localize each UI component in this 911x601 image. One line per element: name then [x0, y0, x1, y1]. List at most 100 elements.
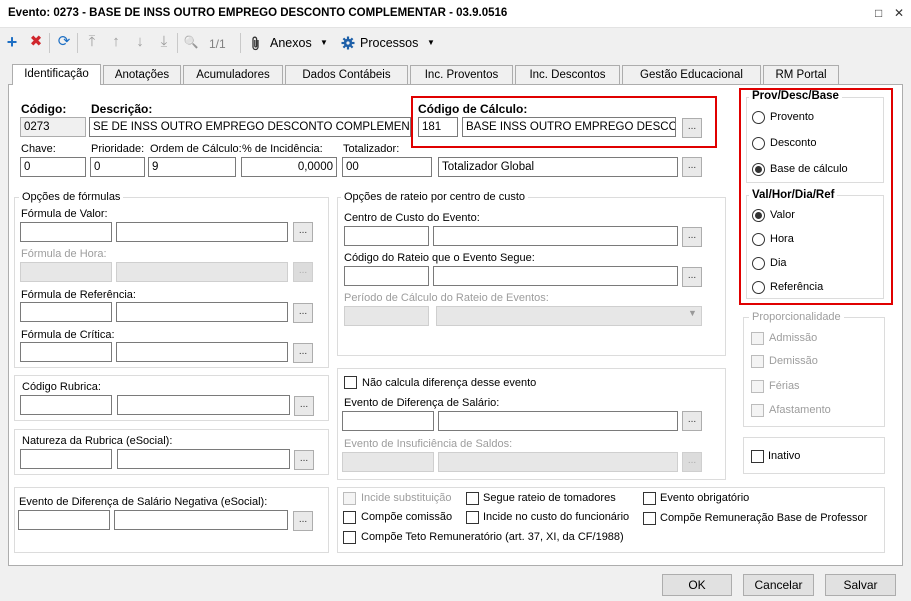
- tab-rm-portal[interactable]: RM Portal: [763, 65, 839, 85]
- afastamento-label: Afastamento: [769, 404, 831, 416]
- formula-referencia-field[interactable]: [20, 302, 112, 322]
- codigo-rateio-description[interactable]: [433, 266, 678, 286]
- ordem-calculo-field[interactable]: 9: [148, 157, 236, 177]
- centro-custo-field[interactable]: [344, 226, 429, 246]
- totalizador-lookup-button[interactable]: ...: [682, 157, 702, 177]
- codigo-rubrica-label: Código Rubrica:: [22, 381, 101, 393]
- tab-inc-proventos[interactable]: Inc. Proventos: [410, 65, 513, 85]
- formula-referencia-lookup-button[interactable]: ...: [293, 303, 313, 323]
- processos-label: Processos: [360, 36, 419, 50]
- formula-referencia-description[interactable]: [116, 302, 288, 322]
- formula-valor-lookup-button[interactable]: ...: [293, 222, 313, 242]
- evento-diferenca-field[interactable]: [342, 411, 434, 431]
- formula-critica-description[interactable]: [116, 342, 288, 362]
- add-icon[interactable]: +: [3, 33, 21, 51]
- codigo-rateio-lookup-button[interactable]: ...: [682, 267, 702, 287]
- chave-field[interactable]: 0: [20, 157, 86, 177]
- first-record-icon[interactable]: ⤒: [83, 33, 101, 51]
- natureza-rubrica-lookup-button[interactable]: ...: [294, 450, 314, 470]
- desconto-radio[interactable]: [752, 137, 765, 150]
- chave-label: Chave:: [21, 143, 56, 155]
- tab-gestao-educacional[interactable]: Gestão Educacional: [622, 65, 761, 85]
- codigo-calculo-lookup-button[interactable]: ...: [682, 118, 702, 138]
- codigo-rateio-field[interactable]: [344, 266, 429, 286]
- admissao-checkbox: [751, 332, 764, 345]
- next-record-icon[interactable]: ↓: [131, 33, 149, 51]
- codigo-rubrica-field[interactable]: [20, 395, 112, 415]
- inativo-checkbox[interactable]: [751, 450, 764, 463]
- descricao-field[interactable]: SE DE INSS OUTRO EMPREGO DESCONTO COMPLE…: [89, 117, 411, 137]
- processos-button[interactable]: Processos ▼: [341, 34, 439, 52]
- compoe-teto-label: Compõe Teto Remuneratório (art. 37, XI, …: [361, 531, 624, 543]
- previous-record-icon[interactable]: ↑: [107, 33, 125, 51]
- evento-obrigatorio-checkbox[interactable]: [643, 492, 656, 505]
- centro-custo-lookup-button[interactable]: ...: [682, 227, 702, 247]
- totalizador-field[interactable]: 00: [342, 157, 432, 177]
- evento-negativa-label: Evento de Diferença de Salário Negativa …: [19, 496, 268, 508]
- evento-negativa-lookup-button[interactable]: ...: [293, 511, 313, 531]
- evento-negativa-description[interactable]: [114, 510, 288, 530]
- centro-custo-description[interactable]: [433, 226, 678, 246]
- evento-diferenca-description[interactable]: [438, 411, 678, 431]
- delete-icon[interactable]: ✖: [27, 33, 45, 51]
- natureza-rubrica-field[interactable]: [20, 449, 112, 469]
- formula-critica-field[interactable]: [20, 342, 112, 362]
- last-record-icon[interactable]: ⤓: [155, 33, 173, 51]
- formula-valor-field[interactable]: [20, 222, 112, 242]
- restore-icon[interactable]: □: [875, 6, 882, 20]
- periodo-rateio-field: [344, 306, 429, 326]
- segue-rateio-checkbox[interactable]: [466, 492, 479, 505]
- codigo-rubrica-description[interactable]: [117, 395, 290, 415]
- tab-acumuladores[interactable]: Acumuladores: [183, 65, 283, 85]
- tab-identificacao[interactable]: Identificação: [12, 64, 101, 85]
- prioridade-label: Prioridade:: [91, 143, 145, 155]
- totalizador-label: Totalizador:: [343, 143, 400, 155]
- anexos-button[interactable]: Anexos ▼: [250, 34, 334, 52]
- codigo-rubrica-lookup-button[interactable]: ...: [294, 396, 314, 416]
- formula-valor-description[interactable]: [116, 222, 288, 242]
- cancelar-button[interactable]: Cancelar: [743, 574, 814, 596]
- evento-negativa-field[interactable]: [18, 510, 110, 530]
- evento-diferenca-lookup-button[interactable]: ...: [682, 411, 702, 431]
- dia-radio[interactable]: [752, 257, 765, 270]
- compoe-remuneracao-checkbox[interactable]: [643, 512, 656, 525]
- prov-desc-group-title: Prov/Desc/Base: [749, 90, 842, 102]
- codigo-field[interactable]: 0273: [20, 117, 86, 137]
- incidencia-field[interactable]: 0,0000: [241, 157, 337, 177]
- incide-custo-checkbox[interactable]: [466, 511, 479, 524]
- codigo-calculo-field[interactable]: 181: [418, 117, 458, 137]
- incide-custo-label: Incide no custo do funcionário: [483, 511, 630, 523]
- compoe-teto-checkbox[interactable]: [343, 531, 356, 544]
- codigo-label: Código:: [21, 102, 67, 116]
- natureza-rubrica-description[interactable]: [117, 449, 290, 469]
- evento-insuficiencia-lookup-button: ...: [682, 452, 702, 472]
- descricao-label: Descrição:: [91, 102, 153, 116]
- refresh-icon[interactable]: ⟳: [55, 33, 73, 51]
- referencia-radio[interactable]: [752, 281, 765, 294]
- ordem-calculo-label: Ordem de Cálculo:: [150, 143, 242, 155]
- valor-radio[interactable]: [752, 209, 765, 222]
- salvar-button[interactable]: Salvar: [825, 574, 896, 596]
- toolbar-separator: [77, 33, 78, 53]
- inativo-label: Inativo: [768, 450, 801, 462]
- chevron-down-icon: ▼: [320, 38, 328, 47]
- hora-radio[interactable]: [752, 233, 765, 246]
- totalizador-description[interactable]: Totalizador Global: [438, 157, 678, 177]
- formula-critica-lookup-button[interactable]: ...: [293, 343, 313, 363]
- compoe-comissao-checkbox[interactable]: [343, 511, 356, 524]
- codigo-calculo-description[interactable]: BASE INSS OUTRO EMPREGO DESCONT: [462, 117, 676, 137]
- ok-button[interactable]: OK: [662, 574, 732, 596]
- toolbar-separator: [49, 33, 50, 53]
- close-icon[interactable]: ✕: [894, 6, 904, 20]
- anexos-label: Anexos: [270, 36, 312, 50]
- tab-anotacoes[interactable]: Anotações: [103, 65, 181, 85]
- nao-calcula-checkbox[interactable]: [344, 376, 357, 389]
- chevron-down-icon: ▼: [688, 308, 697, 318]
- incide-substituicao-checkbox: [343, 492, 356, 505]
- provento-radio[interactable]: [752, 111, 765, 124]
- base-calculo-radio[interactable]: [752, 163, 765, 176]
- tab-inc-descontos[interactable]: Inc. Descontos: [515, 65, 620, 85]
- tab-dados-contabeis[interactable]: Dados Contábeis: [285, 65, 408, 85]
- search-icon[interactable]: 🔍: [182, 33, 200, 51]
- prioridade-field[interactable]: 0: [90, 157, 145, 177]
